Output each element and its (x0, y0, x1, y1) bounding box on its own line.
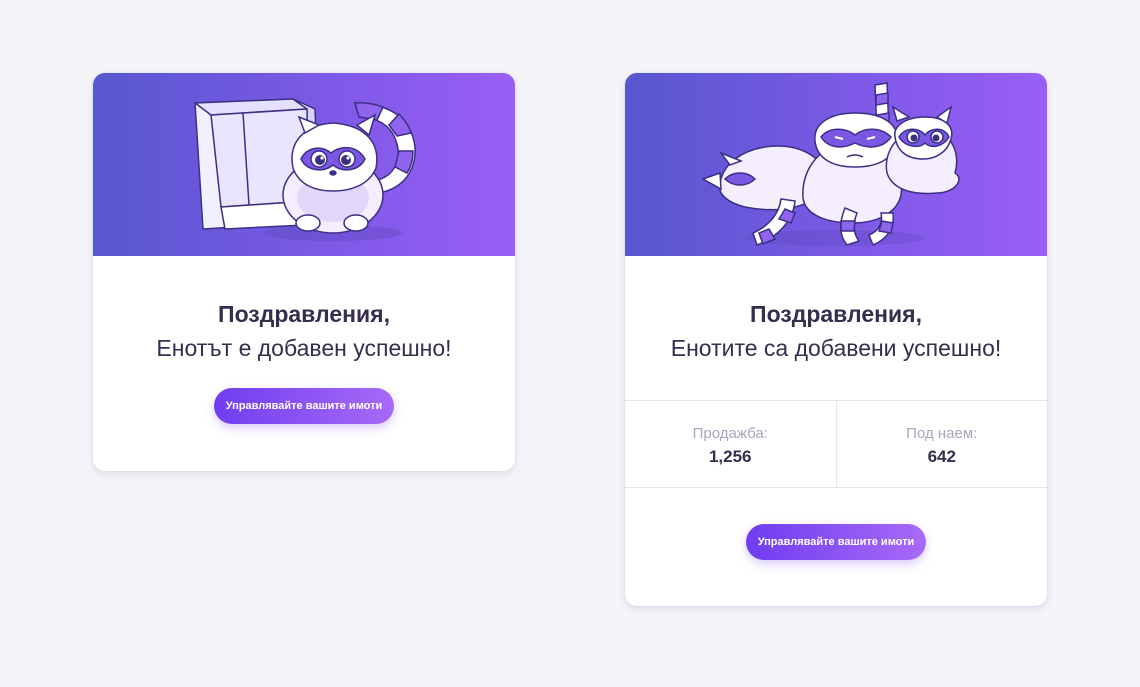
stat-rent: Под наем: 642 (835, 401, 1048, 487)
stat-value: 642 (927, 447, 956, 466)
success-card-single: Поздравления, Енотът е добавен успешно! … (93, 73, 515, 471)
manage-properties-button[interactable]: Управлявайте вашите имоти (214, 388, 394, 424)
manage-properties-button[interactable]: Управлявайте вашите имоти (746, 524, 926, 560)
stat-sale: Продажба: 1,256 (625, 401, 836, 487)
stat-label: Под наем: (906, 425, 978, 442)
raccoon-with-box-illustration (194, 98, 416, 241)
three-raccoons-illustration (701, 82, 960, 246)
success-heading: Поздравления, (750, 301, 922, 327)
success-heading: Поздравления, (218, 301, 390, 327)
hero-banner (93, 73, 515, 256)
success-card-multiple: Поздравления, Енотите са добавени успешн… (625, 73, 1047, 606)
stat-label: Продажба: (692, 425, 768, 442)
success-message: Енотите са добавени успешно! (670, 335, 1002, 361)
success-message: Енотът е добавен успешно! (156, 335, 452, 361)
hero-banner (625, 73, 1047, 256)
stat-value: 1,256 (708, 447, 752, 466)
listing-stats: Продажба: 1,256 Под наем: 642 (625, 400, 1047, 488)
